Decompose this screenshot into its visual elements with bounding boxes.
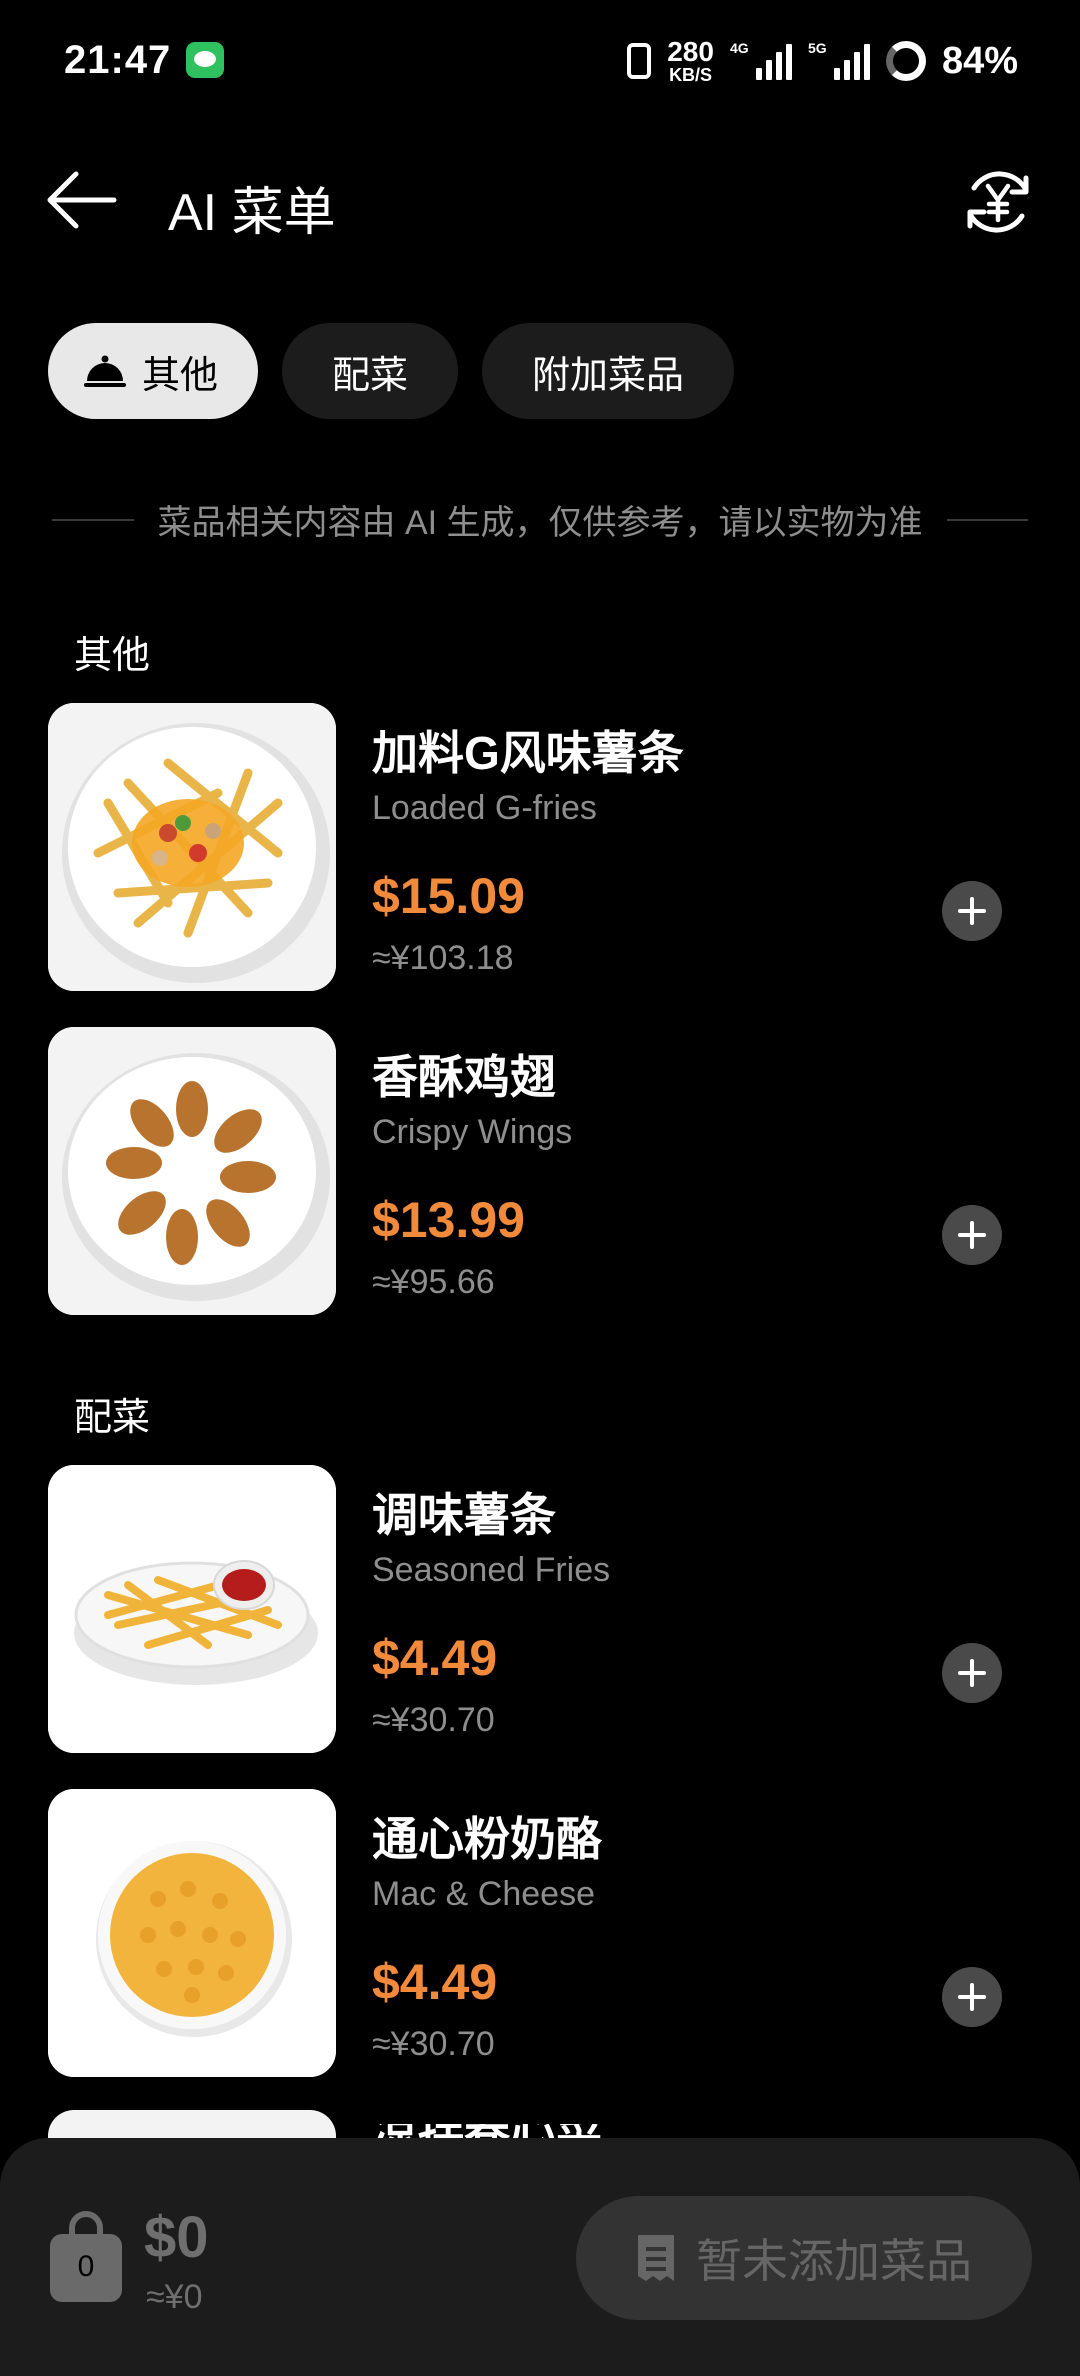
- tab-sides[interactable]: 配菜: [282, 323, 459, 419]
- cart-count: 0: [77, 2250, 95, 2283]
- battery-level: 84%: [941, 39, 1018, 82]
- arrow-left-icon: [47, 171, 117, 229]
- divider: [946, 518, 1029, 521]
- dish-price: $13.99: [372, 1192, 525, 1248]
- currency-convert-button[interactable]: [960, 164, 1036, 240]
- cart-bar: 0 $0 ≈¥0 暂未添加菜品: [0, 2138, 1080, 2376]
- cart-total: $0: [144, 2205, 209, 2270]
- tab-other[interactable]: 其他: [48, 323, 259, 419]
- dish-name-en: Loaded G-fries: [372, 789, 597, 827]
- add-to-cart-button[interactable]: [942, 1643, 1002, 1703]
- add-to-cart-button[interactable]: [942, 1205, 1002, 1265]
- dish-name-en: Crispy Wings: [372, 1113, 573, 1151]
- add-to-cart-button[interactable]: [942, 881, 1002, 941]
- battery-icon: [885, 41, 926, 81]
- dish-name: 加料G风味薯条: [372, 727, 684, 779]
- receipt-icon: [638, 2235, 674, 2281]
- currency-exchange-icon: [967, 171, 1029, 233]
- menu-item: 香酥鸡翅 Crispy Wings $13.99 ≈¥95.66: [48, 1027, 1032, 1315]
- dish-name: 通心粉奶酪: [372, 1813, 602, 1865]
- dish-image-seasoned-fries[interactable]: [48, 1465, 336, 1753]
- menu-item: 通心粉奶酪 Mac & Cheese $4.49 ≈¥30.70: [48, 1789, 1032, 2077]
- dish-name-en: Mac & Cheese: [372, 1875, 595, 1913]
- status-bar: 21:47 280 KB/S 4G 5G 84%: [0, 0, 1080, 120]
- dish-name-en: Seasoned Fries: [372, 1551, 611, 1589]
- wechat-notification-icon: [186, 42, 224, 78]
- dish-price-cny: ≈¥95.66: [372, 1263, 495, 1301]
- dish-price: $4.49: [372, 1630, 498, 1686]
- dish-price: $15.09: [372, 868, 525, 924]
- food-cloche-icon: [84, 355, 126, 387]
- section-title-other: 其他: [74, 635, 151, 677]
- dish-price: $4.49: [372, 1954, 498, 2010]
- signal-icon-2: 5G: [808, 40, 870, 80]
- ai-disclaimer: 菜品相关内容由 AI 生成，仅供参考，请以实物为准: [52, 495, 1029, 544]
- category-tabs: 其他 配菜 附加菜品: [48, 323, 735, 419]
- app-header: AI 菜单: [0, 150, 1080, 250]
- dish-name: 香酥鸡翅: [372, 1051, 556, 1103]
- network-speed: 280 KB/S: [667, 36, 714, 85]
- checkout-button[interactable]: 暂未添加菜品: [576, 2196, 1032, 2320]
- signal-icon: 4G: [730, 40, 792, 80]
- dish-price-cny: ≈¥103.18: [372, 939, 514, 977]
- dish-image-mac-cheese[interactable]: [48, 1789, 336, 2077]
- section-title-sides: 配菜: [74, 1397, 151, 1439]
- dish-name: 调味薯条: [372, 1489, 556, 1541]
- add-to-cart-button[interactable]: [942, 1967, 1002, 2027]
- clock: 21:47: [64, 38, 172, 82]
- divider: [52, 518, 134, 521]
- dish-image-crispy-wings[interactable]: [48, 1027, 336, 1315]
- dish-price-cny: ≈¥30.70: [372, 1701, 495, 1739]
- tab-extras[interactable]: 附加菜品: [482, 323, 735, 419]
- back-button[interactable]: [44, 168, 120, 232]
- vibrate-icon: [627, 43, 652, 79]
- page-title: AI 菜单: [168, 184, 336, 242]
- menu-item: 调味薯条 Seasoned Fries $4.49 ≈¥30.70: [48, 1465, 1032, 1753]
- cart-total-cny: ≈¥0: [146, 2278, 203, 2316]
- dish-image-loaded-fries[interactable]: [48, 703, 336, 991]
- dish-price-cny: ≈¥30.70: [372, 2025, 495, 2063]
- menu-item: 加料G风味薯条 Loaded G-fries $15.09 ≈¥103.18: [48, 703, 1032, 991]
